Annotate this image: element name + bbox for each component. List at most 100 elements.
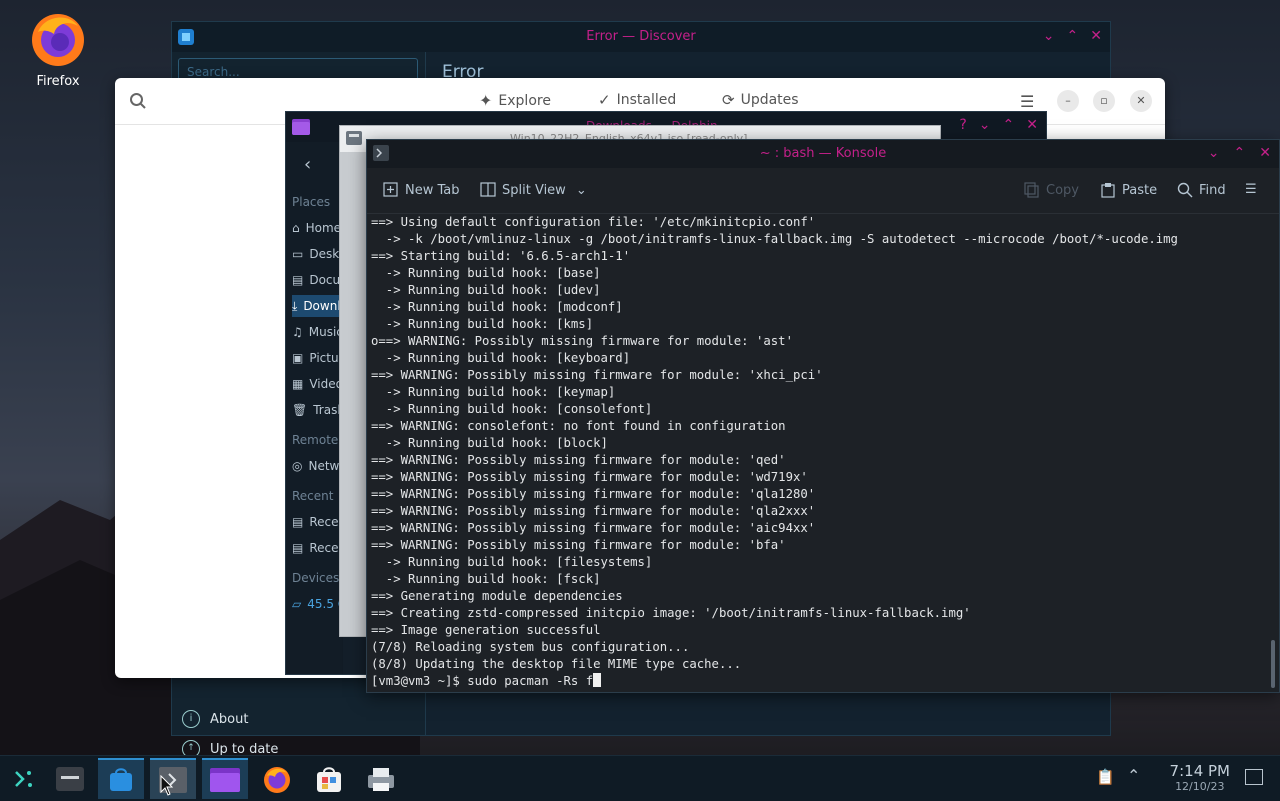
desktop-firefox-shortcut[interactable]: Firefox [20, 8, 96, 89]
taskbar-printer[interactable] [358, 758, 404, 799]
sidebar-item-label: Network [308, 459, 343, 473]
sidebar-item-music[interactable]: ♫ Music [292, 321, 343, 343]
firefox-icon [264, 766, 290, 793]
sidebar-item-label: Downloads [303, 299, 343, 313]
sidebar-item-desktop[interactable]: ▭ Desktop [292, 243, 343, 265]
discover-titlebar[interactable]: Error — Discover ⌄ ⌃ ✕ [172, 22, 1110, 52]
terminal-line: -> Running build hook: [keymap] [371, 385, 616, 399]
sidebar-item-network[interactable]: ◎ Network [292, 455, 343, 477]
terminal-line: -> Running build hook: [keyboard] [371, 351, 631, 365]
pictures-icon: ▣ [292, 351, 304, 365]
printer-icon [368, 767, 394, 791]
sidebar-item-label: Desktop [309, 247, 343, 261]
terminal-line: (7/8) Reloading system bus configuration… [371, 640, 690, 654]
terminal-line: (8/8) Updating the desktop file MIME typ… [371, 657, 742, 671]
new-tab-icon [383, 182, 398, 197]
new-tab-label: New Tab [405, 182, 460, 198]
terminal-line: ==> Creating zstd-compressed initcpio im… [371, 606, 971, 620]
dolphin-icon [210, 767, 240, 792]
explore-tab[interactable]: ✦ Explore [479, 91, 551, 110]
terminal-prompt[interactable]: [vm3@vm3 ~]$ sudo pacman -Rs f [371, 673, 1265, 690]
store-icon [317, 766, 341, 792]
music-icon: ♫ [292, 325, 303, 339]
terminal-line: -> -k /boot/vmlinuz-linux -g /boot/initr… [371, 232, 1178, 246]
recent-section: Recent [292, 489, 334, 503]
minimize-button[interactable]: ⌄ [1208, 145, 1220, 161]
hamburger-menu-icon[interactable]: ☰ [1020, 92, 1034, 111]
videos-icon: ▦ [292, 377, 304, 391]
search-icon[interactable] [129, 92, 147, 110]
find-button[interactable]: Find [1177, 182, 1226, 198]
terminal-line: ==> Using default configuration file: '/… [371, 215, 816, 229]
sidebar-item-home[interactable]: ⌂ Home [292, 217, 343, 239]
about-item[interactable]: i About [182, 710, 248, 728]
close-button[interactable]: ✕ [1026, 117, 1038, 133]
taskbar-application-launcher[interactable] [0, 758, 46, 799]
sidebar-item-trash[interactable]: 🗑 Trash [292, 399, 343, 421]
close-button[interactable]: ✕ [1090, 28, 1102, 44]
installed-label: Installed [616, 92, 677, 108]
firefox-icon [28, 8, 88, 68]
show-desktop-icon[interactable] [1245, 769, 1263, 785]
maximize-button[interactable]: ⌃ [1003, 117, 1015, 133]
updates-tab[interactable]: ⟳ Updates [722, 91, 799, 109]
desktop-icon: ▭ [292, 247, 304, 261]
terminal-scrollbar[interactable] [1271, 640, 1275, 688]
chevron-up-icon[interactable]: ⌃ [1127, 766, 1140, 785]
new-tab-button[interactable]: New Tab [383, 182, 460, 198]
sidebar-item-recent-locations[interactable]: ▤ Recent Locations [292, 537, 343, 559]
clock[interactable]: 7:14 PM 12/10/23 [1170, 762, 1230, 793]
split-view-button[interactable]: Split View ⌄ [480, 182, 587, 198]
taskbar-firefox[interactable] [254, 758, 300, 799]
drive-icon: ▱ [292, 597, 302, 611]
back-icon[interactable]: ‹ [304, 154, 311, 175]
find-label: Find [1199, 182, 1226, 198]
maximize-button[interactable]: ⌃ [1234, 145, 1246, 161]
sidebar-item-label: 45.5 GiB Hard Drive [307, 597, 343, 611]
hamburger-menu-icon[interactable]: ☰ [1245, 182, 1257, 197]
sidebar-item-recent-files[interactable]: ▤ Recent Files [292, 511, 343, 533]
konsole-title: ~ : bash — Konsole [759, 146, 887, 161]
recent-files-icon: ▤ [292, 515, 304, 529]
konsole-titlebar[interactable]: ~ : bash — Konsole ⌄ ⌃ ✕ [367, 140, 1279, 168]
terminal-line: o==> WARNING: Possibly missing firmware … [371, 334, 793, 348]
taskbar-store[interactable] [306, 758, 352, 799]
minimize-button[interactable]: – [1057, 90, 1079, 112]
installed-tab[interactable]: ✓ Installed [598, 91, 676, 109]
paste-button[interactable]: Paste [1100, 182, 1157, 198]
terminal-line: ==> WARNING: Possibly missing firmware f… [371, 538, 786, 552]
sidebar-item-label: Videos [309, 377, 343, 391]
minimize-button[interactable]: ⌄ [1043, 28, 1055, 44]
close-button[interactable]: ✕ [1259, 145, 1271, 161]
sidebar-item-downloads[interactable]: ⤓ Downloads [292, 295, 343, 317]
clipboard-icon[interactable]: 📋 [1096, 768, 1115, 786]
taskbar-dolphin[interactable] [202, 758, 248, 799]
sidebar-item-videos[interactable]: ▦ Videos [292, 373, 343, 395]
taskbar-discover[interactable] [98, 758, 144, 799]
copy-label: Copy [1046, 182, 1079, 198]
copy-icon [1024, 182, 1039, 198]
close-button[interactable]: ✕ [1130, 90, 1152, 112]
about-label: About [210, 711, 249, 727]
recent-locations-icon: ▤ [292, 541, 304, 555]
chevron-down-icon: ⌄ [575, 182, 587, 198]
terminal-line: ==> WARNING: consolefont: no font found … [371, 419, 786, 433]
taskbar-overview[interactable] [47, 758, 93, 799]
discover-title: Error — Discover [586, 29, 696, 44]
discover-icon [110, 767, 132, 791]
maximize-button[interactable]: ▫ [1093, 90, 1115, 112]
sidebar-item-documents[interactable]: ▤ Documents [292, 269, 343, 291]
sidebar-item-label: Documents [309, 273, 343, 287]
maximize-button[interactable]: ⌃ [1067, 28, 1079, 44]
help-button[interactable]: ? [959, 117, 966, 133]
trash-icon: 🗑 [292, 403, 308, 417]
terminal-line: ==> WARNING: Possibly missing firmware f… [371, 453, 786, 467]
minimize-button[interactable]: ⌄ [979, 117, 991, 133]
terminal-line: ==> WARNING: Possibly missing firmware f… [371, 368, 823, 382]
sidebar-item-label: Pictures [309, 351, 343, 365]
explore-icon: ✦ [479, 91, 493, 110]
terminal-output[interactable]: ==> Using default configuration file: '/… [370, 214, 1265, 690]
copy-button[interactable]: Copy [1024, 182, 1079, 198]
sidebar-item-hard-drive[interactable]: ▱ 45.5 GiB Hard Drive [292, 593, 343, 615]
sidebar-item-pictures[interactable]: ▣ Pictures [292, 347, 343, 369]
